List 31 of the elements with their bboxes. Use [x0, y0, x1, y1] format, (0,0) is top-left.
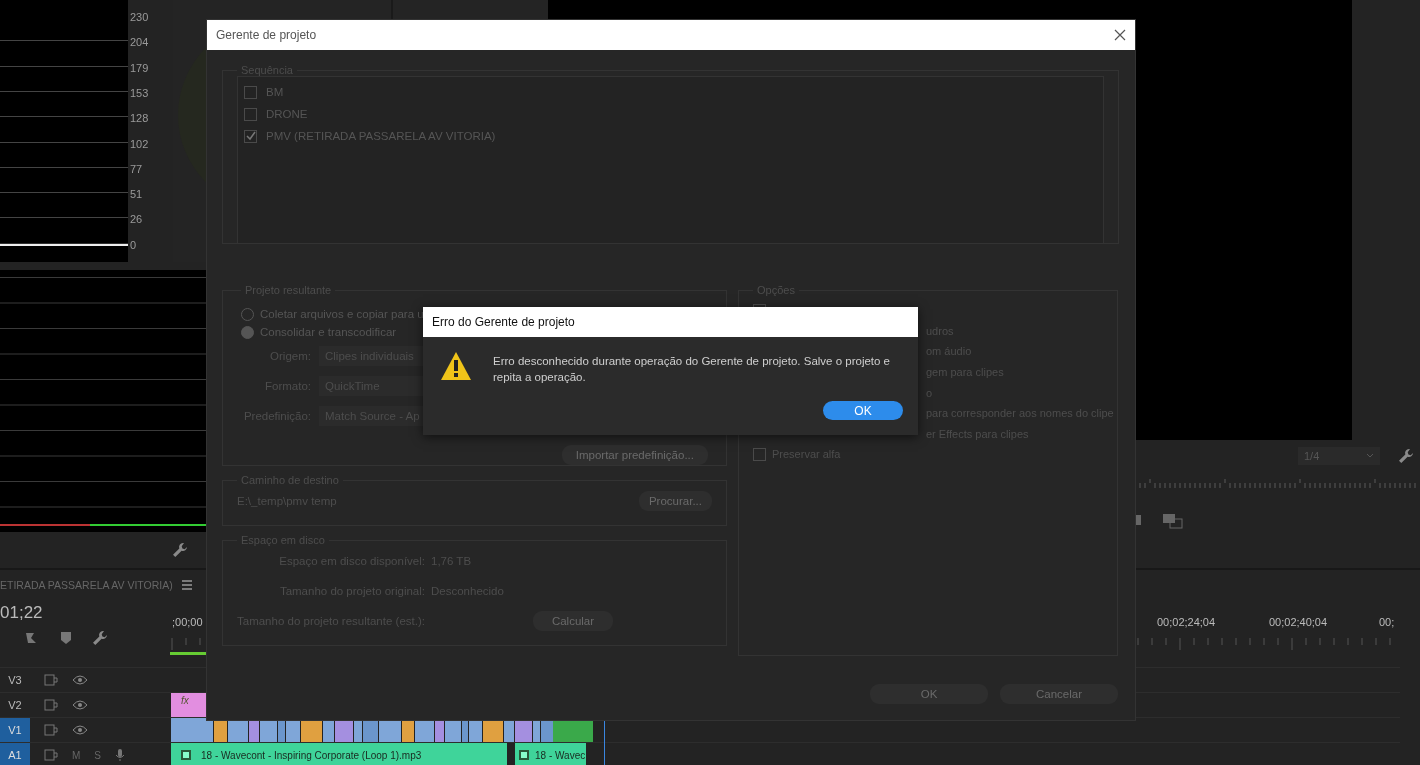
track-target[interactable]: V1 [0, 718, 30, 742]
audio-clip[interactable]: 18 - Wavec [515, 743, 586, 765]
ruler-time-label: ;00;00 [172, 616, 203, 628]
error-title: Erro do Gerente de projeto [423, 307, 918, 337]
mute-button[interactable]: M [72, 749, 81, 761]
track-target[interactable]: A1 [0, 743, 30, 765]
scale-label: 102 [130, 136, 149, 151]
dialog-button[interactable]: OK [870, 684, 988, 704]
scale-label: 179 [130, 60, 149, 75]
ruler-time-label: 00;02;40;04 [1269, 616, 1328, 628]
audio-clip[interactable]: 18 - Wavecont - Inspiring Corporate (Loop 1).mp3 [171, 743, 507, 765]
ok-button[interactable]: OK [823, 401, 903, 420]
calculate-button[interactable]: Calcular [533, 611, 613, 631]
scale-label: 0 [130, 237, 137, 252]
solo-button[interactable]: S [94, 749, 101, 761]
sequence-tab[interactable]: ETIRADA PASSARELA AV VITORIA) [0, 579, 173, 591]
track-target[interactable]: V3 [0, 668, 30, 692]
scale-label: 204 [130, 35, 149, 50]
scale-label: 153 [130, 85, 149, 100]
scale-label: 51 [130, 187, 143, 202]
import-preset-button[interactable]: Importar predefinição... [561, 445, 708, 465]
scale-label: 77 [130, 161, 143, 176]
scale-label: 230 [130, 10, 149, 24]
ruler-time-label: 00; [1379, 616, 1395, 628]
scale-label: 128 [130, 111, 149, 126]
timecode[interactable]: 01;22 [0, 602, 170, 624]
scale-label: 26 [130, 212, 143, 227]
track-target[interactable]: V2 [0, 693, 30, 717]
browse-button[interactable]: Procurar... [638, 491, 712, 511]
ruler-time-label: 00;02;24;04 [1157, 616, 1216, 628]
dialog-button[interactable]: Cancelar [1000, 684, 1118, 704]
